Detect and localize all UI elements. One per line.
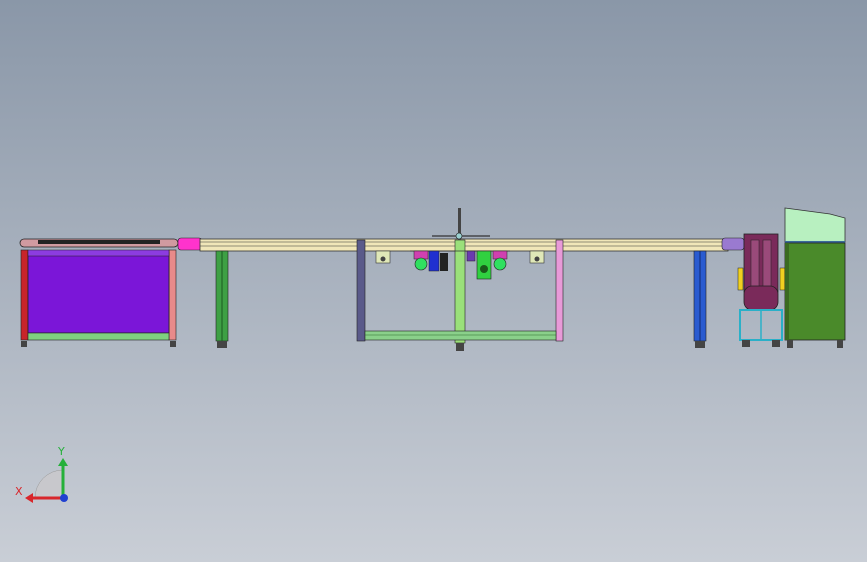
tool-block-purple <box>466 250 476 262</box>
left-cabinet-pink-post <box>168 249 177 341</box>
z-axis-dot <box>60 494 68 502</box>
left-cabinet-top-belt <box>38 240 160 244</box>
tool-dial <box>480 265 488 273</box>
frame-foot-center <box>456 343 464 351</box>
unwinder-yellow-arm-l <box>737 267 744 291</box>
tool-block-dark <box>440 253 448 271</box>
frame-left-post <box>356 239 366 342</box>
tool-green-wheel-r <box>493 257 507 271</box>
left-foot-1 <box>21 341 27 347</box>
left-cabinet-panel <box>27 251 170 334</box>
right-machine <box>784 207 846 348</box>
left-cabinet-red-post <box>20 249 29 341</box>
cad-viewport: Y X <box>0 0 867 562</box>
y-axis-label: Y <box>57 445 65 458</box>
frame-right-post <box>555 239 564 342</box>
tool-green-wheel-l <box>414 257 428 271</box>
unwinder-yellow-arm-r <box>779 267 786 291</box>
right-machine-body <box>784 242 846 341</box>
frame-bottom-rail <box>364 330 557 341</box>
left-cabinet-bottom-rail <box>27 332 170 341</box>
left-cabinet-top-rail <box>27 249 170 257</box>
left-foot-2 <box>170 341 176 347</box>
unwinder-body <box>743 233 779 293</box>
cad-drawing: Y X <box>0 0 867 562</box>
leg-left-foot <box>217 341 227 348</box>
left-cabinet <box>19 238 179 347</box>
leg-right-foot <box>695 341 705 348</box>
tool-block-blue <box>428 250 440 272</box>
frame-center-post <box>454 239 466 344</box>
x-axis-label: X <box>15 485 23 498</box>
mast-hub <box>455 232 463 240</box>
magenta-coupler <box>177 237 203 251</box>
unwinder-roll <box>743 285 779 311</box>
lavender-coupler <box>721 237 745 251</box>
